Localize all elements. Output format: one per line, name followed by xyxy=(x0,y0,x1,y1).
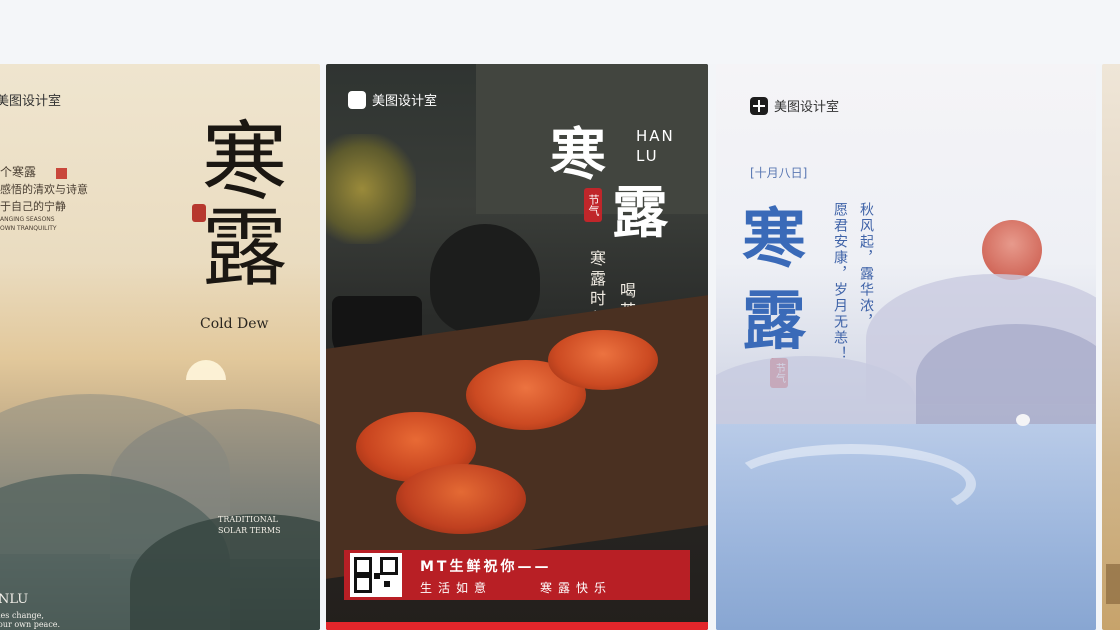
pinyin-line-1: HAN xyxy=(636,127,675,145)
title-char-1: 寒 xyxy=(550,122,606,188)
title-char-2: 露 xyxy=(612,180,668,246)
pinyin: HAN LU xyxy=(636,126,675,166)
teapot xyxy=(430,224,540,334)
intro-text-block: 个寒露 感悟的清欢与诗意 于自己的宁静 ANGING SEASONS OWN T… xyxy=(0,164,88,233)
intro-line-4: ANGING SEASONS xyxy=(0,216,55,223)
crab xyxy=(396,464,526,534)
tree-foliage xyxy=(326,134,416,244)
intro-line-1: 个寒露 xyxy=(0,165,37,179)
traditional-line-2: SOLAR TERMS xyxy=(218,526,281,535)
title-char-1: 寒 xyxy=(742,202,806,277)
brand-label: 美图设计室 xyxy=(348,90,437,109)
intro-line-2: 感悟的清欢与诗意 xyxy=(0,183,88,196)
intro-line-3: 于自己的宁静 xyxy=(0,200,66,213)
poster-card-crab[interactable]: 美图设计室 寒 HAN LU 节气 露 寒露时节 喝茶吃蟹 MT生鲜祝你—— 生… xyxy=(326,64,708,630)
title-calligraphy: 寒露 xyxy=(186,116,286,288)
brand-text: 美图设计室 xyxy=(774,100,840,115)
pinyin-line-2: LU xyxy=(636,147,659,165)
small-seal xyxy=(56,168,67,179)
intro-line-5: OWN TRANQUILITY xyxy=(0,225,57,232)
traditional-label: TRADITIONAL SOLAR TERMS xyxy=(218,514,281,536)
crab xyxy=(548,330,658,390)
red-seal xyxy=(192,204,206,222)
bottom-line-2: our own peace. xyxy=(0,620,61,629)
brand-logo-icon xyxy=(348,90,366,109)
poem-line-2: 愿君安康，岁月无恙！ xyxy=(832,202,848,362)
banner-subtitle-2: 寒露快乐 xyxy=(540,581,613,595)
mountain-layer xyxy=(916,324,1096,434)
poster-card-cold-dew[interactable]: 美图设计室 个寒露 感悟的清欢与诗意 于自己的宁静 ANGING SEASONS… xyxy=(0,64,320,630)
poster-card-autumn-lake[interactable]: 美图设计室 [十月八日] 寒 露 节气 秋风起，露华浓， 愿君安康，岁月无恙！ xyxy=(716,64,1096,630)
brand-text: 美图设计室 xyxy=(372,94,438,109)
title-char-2: 露 xyxy=(742,284,806,359)
crane xyxy=(1016,414,1030,426)
brand-label: 美图设计室 xyxy=(750,96,839,115)
bottom-title: NLU xyxy=(0,592,29,607)
brand-logo-icon xyxy=(750,96,768,115)
top-toolbar xyxy=(0,0,1120,64)
red-sun xyxy=(982,220,1042,280)
subtitle-en: Cold Dew xyxy=(200,316,269,332)
house-silhouette xyxy=(1106,564,1120,604)
river-path xyxy=(726,444,976,524)
promo-banner[interactable]: MT生鲜祝你—— 生活如意 寒露快乐 xyxy=(344,550,690,600)
date-label: [十月八日] xyxy=(750,166,808,180)
bottom-line-1: ies change, xyxy=(0,611,44,620)
poster-card-partial[interactable] xyxy=(1102,64,1120,630)
brand-label: 美图设计室 xyxy=(0,90,61,109)
banner-subtitle-1: 生活如意 xyxy=(420,581,493,595)
jieqi-seal: 节气 xyxy=(584,188,602,222)
bottom-text: NLU ies change, our own peace. xyxy=(0,592,60,629)
bottom-red-strip xyxy=(326,622,708,630)
traditional-line-1: TRADITIONAL xyxy=(218,515,278,524)
qr-code-icon[interactable] xyxy=(350,553,402,597)
banner-title: MT生鲜祝你—— xyxy=(420,559,552,575)
brand-text: 美图设计室 xyxy=(0,94,62,109)
sun xyxy=(186,360,226,380)
poem-line-1: 秋风起，露华浓， xyxy=(858,202,874,330)
